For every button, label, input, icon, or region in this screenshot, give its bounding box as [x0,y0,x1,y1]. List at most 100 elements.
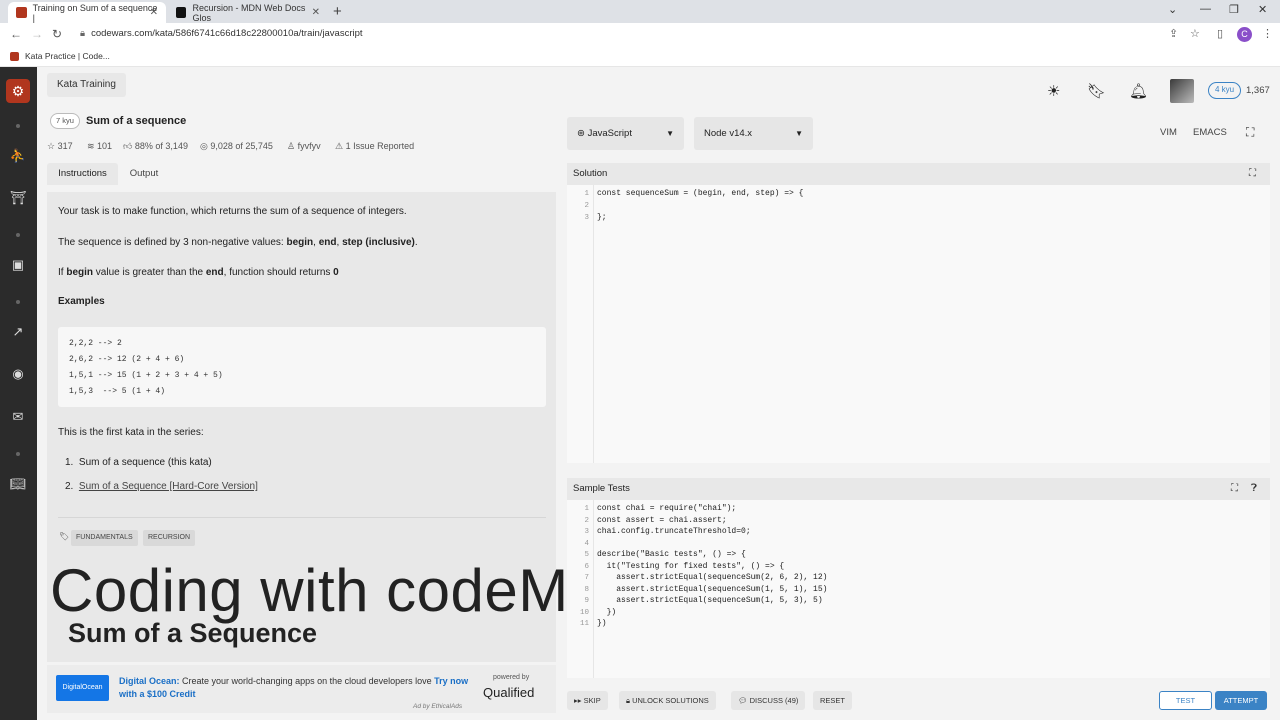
chevron-down-icon: ▼ [795,129,803,138]
tab-instructions[interactable]: Instructions [47,163,118,185]
solution-editor[interactable]: 1 2 3 const sequenceSum = (begin, end, s… [567,185,1270,463]
runtime-select[interactable]: Node v14.x ▼ [694,117,813,150]
language-icon: ⊛ [577,128,588,139]
attempt-button[interactable]: ATTEMPT [1215,691,1267,710]
code-line: }) [597,619,607,628]
user-icon: ♙ [287,141,298,151]
test-button[interactable]: TEST [1159,691,1212,710]
tab-search-icon[interactable]: ⌄ [1168,3,1177,16]
close-tab-icon[interactable]: ✕ [150,7,158,18]
tag-recursion[interactable]: RECURSION [143,530,196,546]
line-number: 3 [584,214,589,222]
browser-menu-icon[interactable]: ⋮ [1262,27,1273,40]
code-line: 2,2,2 --> 2 [69,339,122,348]
expand-icon[interactable]: ⛶ [1249,163,1256,185]
qualified-logo[interactable]: Qualified [483,685,534,700]
code-line: 1,5,3 --> 5 (1 + 4) [69,387,166,396]
fullscreen-icon[interactable]: ⛶ [1246,125,1254,140]
dojo-icon[interactable]: ⛩ [9,189,27,207]
divider [58,517,546,518]
theme-sun-icon[interactable]: ☀ [1047,82,1060,100]
practice-icon[interactable]: ⛹ [9,147,27,165]
line-number: 5 [584,551,589,559]
language-select[interactable]: ⊛ JavaScript ▼ [567,117,684,150]
line-number: 7 [584,574,589,582]
code-line: const sequenceSum = (begin, end, step) =… [597,189,804,198]
url-field[interactable]: 🔒︎ codewars.com/kata/586f6741c66d18c22800… [80,28,363,39]
tab-output[interactable]: Output [118,163,170,185]
tab-title: Recursion - MDN Web Docs Glos [192,2,306,23]
examples-heading: Examples [58,296,105,307]
expand-icon[interactable]: ⛶ [1231,478,1238,500]
restore-icon[interactable]: ❐ [1229,3,1239,16]
kata-title: Sum of a sequence [86,115,187,127]
tests-editor[interactable]: 1 2 3 4 5 6 7 8 9 10 11 const chai = req… [567,500,1270,678]
unlock-solutions-button[interactable]: 🔒︎ UNLOCK SOLUTIONS [619,691,716,710]
line-number: 1 [584,505,589,513]
author-link[interactable]: ♙ fyvfyv [287,141,321,152]
forward-icon[interactable]: → [31,27,43,41]
line-number: 10 [579,609,589,617]
docs-book-icon[interactable]: 📖︎ [9,475,27,493]
code-line: it("Testing for fixed tests", () => { [597,562,785,571]
vim-mode-button[interactable]: VIM [1160,127,1177,138]
leaderboard-icon[interactable]: ↗ [9,323,27,341]
separator-dot [16,452,20,456]
help-icon[interactable]: ❓︎ [1251,478,1257,500]
new-tab-icon[interactable]: + [333,3,342,20]
collections-stat[interactable]: ≋ 101 [87,141,112,152]
chat-icon[interactable]: ✉ [9,408,27,426]
stars-stat[interactable]: ☆ 317 [47,141,73,152]
line-number: 8 [584,586,589,594]
kata-training-button[interactable]: Kata Training [47,73,126,97]
lock-icon: 🔒︎ [80,28,86,39]
issues-link[interactable]: ⚠ 1 Issue Reported [335,141,414,152]
powered-by-label: powered by [493,674,530,681]
ethical-ads-label[interactable]: Ad by EthicalAds [413,703,462,710]
close-tab-icon[interactable]: ✕ [312,7,320,18]
reset-button[interactable]: RESET [813,691,853,710]
code-line: assert.strictEqual(sequenceSum(1, 5, 1),… [597,585,828,594]
video-overlay-subtitle: Sum of a Sequence [68,618,318,648]
bookmark-star-icon[interactable]: ☆ [1190,27,1200,40]
bookmark-label: Kata Practice | Code... [25,51,110,61]
tag-icon: 🏷︎ [59,532,70,541]
code-line: 2,6,2 --> 12 (2 + 4 + 6) [69,355,185,364]
minimize-icon[interactable]: — [1200,3,1211,15]
user-avatar[interactable] [1170,79,1194,103]
reload-icon[interactable]: ↻ [52,27,62,41]
completed-stat: ◎ 9,028 of 25,745 [200,141,273,151]
line-number: 9 [584,597,589,605]
ad-text[interactable]: Digital Ocean: Create your world-changin… [119,675,469,701]
solution-label: Solution [573,168,608,179]
share-icon[interactable]: ⇪ [1169,27,1178,40]
back-icon[interactable]: ← [10,27,22,41]
skip-button[interactable]: ▸▸ SKIP [567,691,608,710]
ad-banner: DigitalOcean Digital Ocean: Create your … [47,665,556,713]
bookmarks-icon[interactable]: 🔖︎ [1087,82,1106,100]
discord-icon[interactable]: ◉ [9,365,27,383]
bookmark-item[interactable]: Kata Practice | Code... [10,51,110,61]
chevron-down-icon: ▼ [666,129,674,138]
notifications-bell-icon[interactable]: 🔔︎ [1129,82,1148,100]
tests-label: Sample Tests [573,483,630,494]
series-link[interactable]: Sum of a Sequence [Hard-Core Version] [79,481,258,492]
tag-fundamentals[interactable]: FUNDAMENTALS [71,530,138,546]
list-item[interactable]: 2. Sum of a Sequence [Hard-Core Version] [65,481,258,492]
briefcase-icon[interactable]: ▣ [9,256,27,274]
close-window-icon[interactable]: ✕ [1258,3,1267,16]
side-panel-icon[interactable]: ▯ [1217,27,1223,40]
discuss-button[interactable]: 💬︎ DISCUSS (49) [731,691,806,710]
profile-avatar[interactable]: C [1237,27,1252,42]
browser-tab[interactable]: Recursion - MDN Web Docs Glos ✕ [168,2,328,23]
digitalocean-logo[interactable]: DigitalOcean [56,675,109,701]
skip-icon: ▸▸ [574,696,584,705]
kyu-badge: 7 kyu [50,113,80,129]
codewars-logo-icon[interactable]: ⚙ [6,79,30,103]
emacs-mode-button[interactable]: EMACS [1193,127,1227,138]
browser-tab-active[interactable]: Training on Sum of a sequence | ✕ [8,2,166,23]
description-paragraph: If begin value is greater than the end, … [58,267,339,278]
line-number: 4 [584,540,589,548]
line-number: 2 [584,202,589,210]
mdn-favicon-icon [176,7,187,18]
